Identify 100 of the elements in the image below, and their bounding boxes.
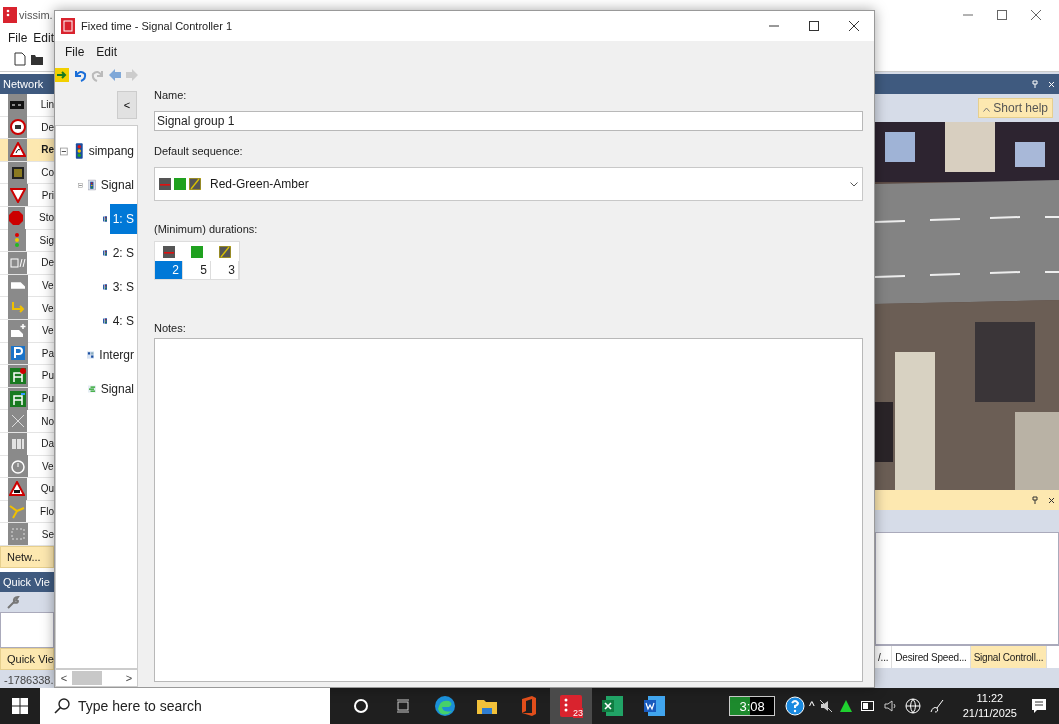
tree-item[interactable]: simpang xyxy=(85,136,137,166)
app-logo-icon xyxy=(3,7,17,23)
menu-item[interactable]: File xyxy=(65,45,85,59)
network-object-item[interactable]: No xyxy=(0,410,54,433)
show-hidden-icons-button[interactable]: ^ xyxy=(809,699,815,713)
network-object-item[interactable]: Lin xyxy=(0,94,54,117)
field-label: (Minimum) durations: xyxy=(154,223,259,235)
stop-sign-icon xyxy=(8,209,25,226)
window-title: Fixed time - Signal Controller 1 xyxy=(81,20,232,32)
scroll-left-button[interactable]: < xyxy=(56,672,72,684)
network-object-item[interactable]: Qu xyxy=(0,478,54,501)
network-object-item[interactable]: Se xyxy=(0,523,54,546)
search-icon xyxy=(54,698,70,714)
document-icon xyxy=(644,695,666,717)
network-object-item[interactable]: Pu xyxy=(0,387,54,411)
tree-item[interactable]: 3: S xyxy=(109,272,137,302)
tree-item[interactable]: Signal xyxy=(97,374,137,404)
tree-item[interactable]: 4: S xyxy=(109,306,137,336)
pin-icon[interactable] xyxy=(1032,496,1038,504)
menu-item[interactable]: Edit xyxy=(33,31,55,45)
yield-sign-icon xyxy=(9,187,26,204)
new-file-icon[interactable] xyxy=(14,51,26,66)
import-icon[interactable] xyxy=(55,68,69,82)
go-signal-icon xyxy=(191,245,203,258)
menu-item[interactable]: Edit xyxy=(96,45,118,59)
duration-cell[interactable]: 2 xyxy=(155,261,183,279)
notes-field[interactable] xyxy=(154,338,863,682)
network-object-item[interactable]: Flo xyxy=(0,500,54,524)
help-icon xyxy=(785,696,806,716)
speaker-icon[interactable] xyxy=(882,699,897,713)
circle-icon xyxy=(353,698,369,714)
field-label: Name: xyxy=(154,89,188,101)
folder-icon xyxy=(476,697,498,715)
go-signal-icon xyxy=(174,178,186,190)
close-icon[interactable] xyxy=(1048,496,1055,504)
tree-item[interactable]: Intergr xyxy=(96,340,137,370)
sequence-dropdown[interactable]: Red-Green-Amber xyxy=(154,167,863,201)
network-object-item[interactable]: Da xyxy=(0,432,54,456)
collapse-button[interactable]: < xyxy=(117,91,137,119)
panel-tab[interactable]: Signal Controll... xyxy=(970,646,1048,668)
bus-stop-icon xyxy=(9,367,26,384)
network-object-item[interactable]: De xyxy=(0,116,54,140)
tree-item[interactable]: 1: S xyxy=(109,204,137,234)
caution-signal-icon xyxy=(189,178,201,190)
speed-limit-icon xyxy=(9,119,26,136)
triangle-icon[interactable] xyxy=(838,699,853,713)
car-icon xyxy=(11,282,25,290)
horizontal-scrollbar[interactable]: < > xyxy=(55,669,138,687)
window-title: vissim. xyxy=(19,9,53,21)
network-object-item[interactable]: Sig xyxy=(0,229,54,253)
spreadsheet-icon xyxy=(602,695,624,717)
flow-icon xyxy=(9,503,26,520)
globe-icon[interactable] xyxy=(904,698,921,714)
panel-tab[interactable]: Quick Vie xyxy=(0,647,54,670)
traffic-light-icon xyxy=(75,142,84,160)
search-field[interactable]: Type here to search xyxy=(40,688,330,724)
network-object-item[interactable]: Co xyxy=(0,161,54,185)
collapse-icon[interactable] xyxy=(60,146,68,156)
panel-tab[interactable]: /... xyxy=(875,646,893,668)
name-field[interactable]: Signal group 1 xyxy=(154,111,863,131)
caret-up-icon xyxy=(982,107,990,112)
maximize-icon[interactable] xyxy=(808,20,820,32)
field-label: Default sequence: xyxy=(154,145,244,157)
notification-icon[interactable] xyxy=(1031,698,1047,714)
network-object-item[interactable]: Re xyxy=(0,139,54,162)
network-object-item[interactable]: De xyxy=(0,252,54,275)
network-object-item[interactable]: Pu xyxy=(0,365,54,388)
vissim-icon xyxy=(560,695,582,717)
wrench-icon xyxy=(6,594,20,609)
close-icon[interactable] xyxy=(848,20,860,32)
tree-item[interactable]: 2: S xyxy=(109,238,137,268)
menu-item[interactable]: File xyxy=(8,31,28,45)
scroll-right-button[interactable]: > xyxy=(121,672,137,684)
network-object-item[interactable]: Ve xyxy=(0,297,54,320)
chevron-down-icon xyxy=(850,181,858,187)
warning-sign-icon xyxy=(9,142,26,158)
caution-signal-icon xyxy=(219,245,231,258)
network-object-item[interactable]: Pa xyxy=(0,342,54,366)
clock[interactable]: 11:22 21/11/2025 xyxy=(962,691,1017,721)
network-object-item[interactable]: Sto xyxy=(0,206,54,230)
tree-item[interactable]: Signal xyxy=(97,170,137,200)
task-view-icon xyxy=(395,698,411,714)
network-object-item[interactable]: Pri xyxy=(0,184,54,207)
mute-icon[interactable] xyxy=(818,699,833,713)
close-icon[interactable] xyxy=(1030,9,1042,21)
signal-program-icon xyxy=(87,382,96,396)
signal-group-icon xyxy=(88,176,96,194)
office-icon xyxy=(520,695,538,717)
short-help-button[interactable]: Short help xyxy=(977,98,1053,118)
undo-icon[interactable] xyxy=(72,68,88,82)
panel-tab[interactable]: Netw... xyxy=(0,545,54,568)
maximize-icon[interactable] xyxy=(996,9,1008,21)
network-object-item[interactable]: Ve xyxy=(0,319,54,343)
windows-icon xyxy=(12,698,28,714)
taskbar-app-button[interactable]: 23 xyxy=(550,688,592,724)
checker-icon xyxy=(9,164,26,181)
battery-icon[interactable] xyxy=(860,701,875,711)
pen-icon[interactable] xyxy=(928,698,945,714)
network-object-item[interactable]: Ve xyxy=(0,274,54,298)
traffic-light-icon xyxy=(13,232,20,249)
